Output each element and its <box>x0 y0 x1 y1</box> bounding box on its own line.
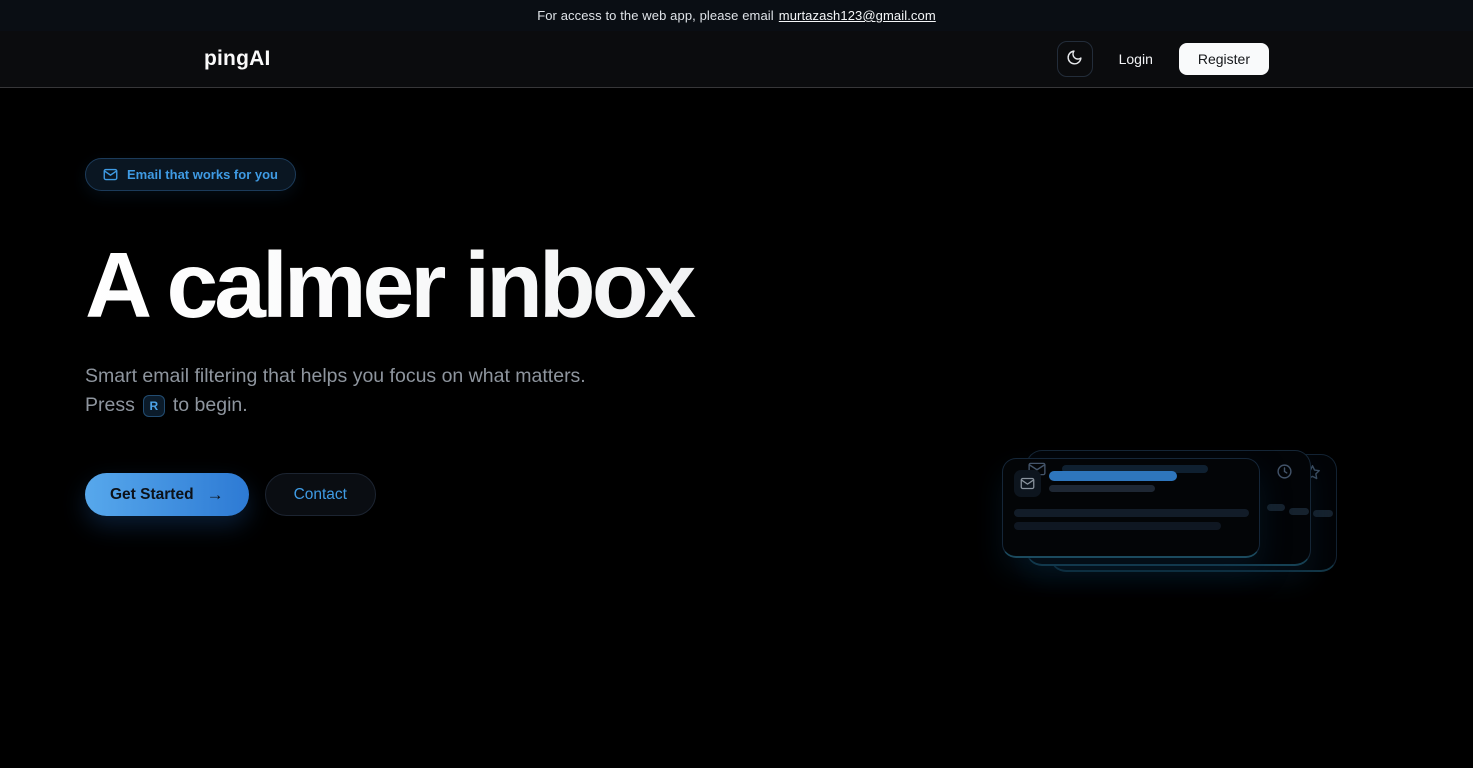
clock-icon <box>1276 463 1293 485</box>
arrow-right-icon: → <box>207 485 224 505</box>
moon-icon <box>1066 49 1083 69</box>
brand-logo: pingAI <box>204 47 271 71</box>
login-link[interactable]: Login <box>1119 51 1153 67</box>
theme-toggle-button[interactable] <box>1057 41 1093 77</box>
hero-badge: Email that works for you <box>85 158 296 191</box>
skeleton-bar <box>1313 510 1333 517</box>
get-started-button[interactable]: Get Started → <box>85 473 249 516</box>
press-prefix: Press <box>85 394 135 417</box>
page-title: A calmer inbox <box>85 239 1473 332</box>
hero-badge-label: Email that works for you <box>127 167 278 182</box>
header: pingAI Login Register <box>0 31 1473 88</box>
skeleton-subject-bar <box>1049 471 1177 481</box>
skeleton-bar <box>1267 504 1285 511</box>
notice-text: For access to the web app, please email <box>537 8 774 23</box>
register-button[interactable]: Register <box>1179 43 1269 75</box>
contact-button[interactable]: Contact <box>265 473 376 516</box>
skeleton-body-line <box>1014 522 1221 530</box>
skeleton-body-line <box>1014 509 1249 517</box>
press-hint: Press R to begin. <box>85 394 1473 417</box>
hero-section: Email that works for you A calmer inbox … <box>0 88 1473 768</box>
email-card-front <box>1002 458 1260 558</box>
email-cards-illustration <box>1000 446 1340 578</box>
hero-subtitle: Smart email filtering that helps you foc… <box>85 364 1473 389</box>
press-suffix: to begin. <box>173 394 248 417</box>
kbd-r-key: R <box>143 395 165 417</box>
skeleton-bar <box>1289 508 1309 515</box>
notice-email-link[interactable]: murtazash123@gmail.com <box>779 8 936 23</box>
envelope-icon <box>103 167 118 182</box>
notice-banner: For access to the web app, please email … <box>0 0 1473 31</box>
get-started-label: Get Started <box>110 486 194 504</box>
envelope-icon <box>1014 470 1041 497</box>
skeleton-bar <box>1049 485 1155 492</box>
